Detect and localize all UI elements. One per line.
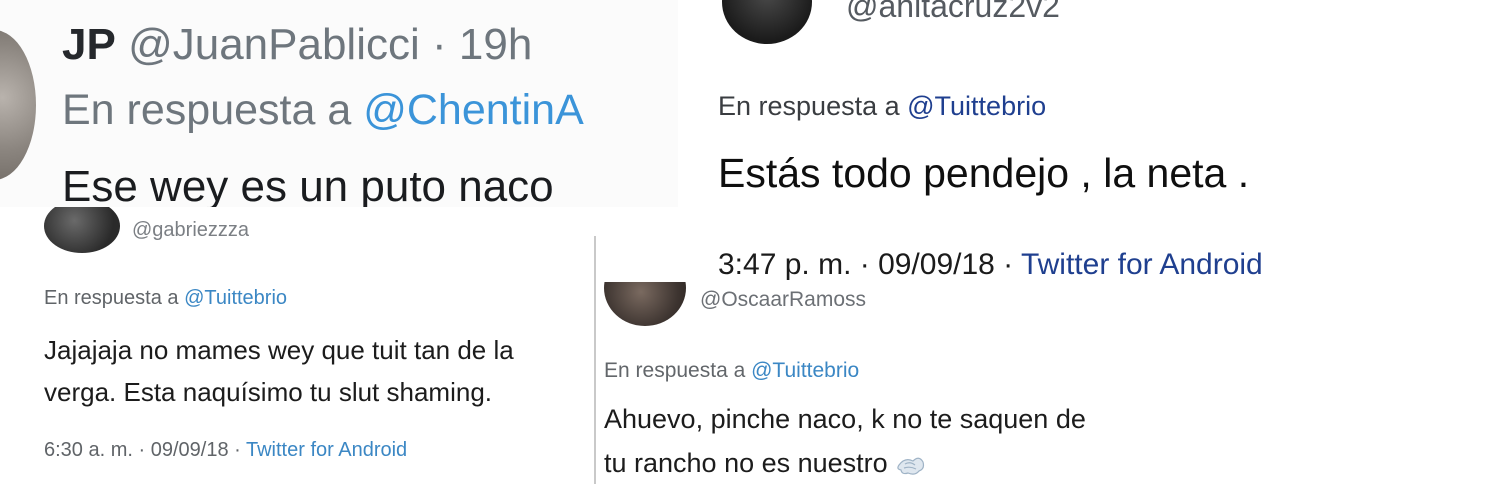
reply-prefix: En respuesta a: [62, 86, 352, 134]
tweet-meta: 6:30 a. m. · 09/09/18 · Twitter for Andr…: [44, 439, 407, 462]
tweet-text-line2: tu rancho no es nuestro: [604, 448, 888, 478]
user-handle[interactable]: @JuanPablicci: [128, 20, 420, 69]
reply-prefix: En respuesta a: [604, 359, 746, 382]
tweet-source-link[interactable]: Twitter for Android: [1021, 248, 1263, 280]
avatar[interactable]: [0, 30, 36, 180]
tweet-gabrie: @gabriezzza En respuesta a @Tuittebrio J…: [0, 207, 594, 499]
user-handle[interactable]: @gabriezzza: [132, 219, 249, 242]
tweet-text: Estás todo pendejo , la neta .: [718, 150, 1250, 196]
separator: ·: [432, 20, 447, 69]
tweet-text: Jajajaja no mames wey que tuit tan de la…: [44, 335, 514, 407]
tweet-anita: @anitacruz2v2 En respuesta a @Tuittebrio…: [680, 0, 1500, 280]
tweet-time[interactable]: 19h: [459, 20, 532, 69]
tweet-meta: 3:47 p. m. · 09/09/18 · Twitter for Andr…: [718, 248, 1263, 280]
tweet-oscaar: @OscaarRamoss En respuesta a @Tuittebrio…: [596, 282, 1500, 499]
avatar[interactable]: [604, 282, 686, 326]
user-handle[interactable]: @anitacruz2v2: [846, 0, 1060, 25]
reply-mention-link[interactable]: @Tuittebrio: [751, 359, 859, 382]
tweet-text: Ahuevo, pinche naco, k no te saquen de t…: [604, 397, 1204, 485]
tweet-timestamp[interactable]: 6:30 a. m. · 09/09/18 ·: [44, 439, 241, 461]
display-name[interactable]: JP: [62, 20, 116, 69]
reply-mention-link[interactable]: @Tuittebrio: [907, 91, 1046, 121]
tweet-text-line1: Ahuevo, pinche naco, k no te saquen de: [604, 404, 1086, 434]
reply-prefix: En respuesta a: [44, 287, 179, 309]
user-handle[interactable]: @OscaarRamoss: [700, 288, 866, 312]
avatar[interactable]: [44, 207, 120, 253]
tweet-timestamp[interactable]: 3:47 p. m. · 09/09/18 ·: [718, 248, 1013, 280]
tweet-header: JP @JuanPablicci · 19h: [62, 20, 532, 70]
reply-context: En respuesta a @Tuittebrio: [44, 287, 287, 310]
tweet-source-link[interactable]: Twitter for Android: [246, 439, 407, 461]
reply-prefix: En respuesta a: [718, 91, 900, 121]
reply-context: En respuesta a @Tuittebrio: [718, 91, 1046, 122]
reply-mention-link[interactable]: @ChentinA: [363, 86, 584, 134]
tweet-text: Ese wey es un puto naco: [62, 162, 554, 207]
reply-context: En respuesta a @Tuittebrio: [604, 359, 859, 383]
dash-icon: [897, 457, 925, 475]
reply-context: En respuesta a @ChentinA: [62, 86, 584, 135]
tweet-jp: JP @JuanPablicci · 19h En respuesta a @C…: [0, 0, 678, 207]
reply-mention-link[interactable]: @Tuittebrio: [184, 287, 287, 309]
avatar[interactable]: [722, 0, 812, 44]
